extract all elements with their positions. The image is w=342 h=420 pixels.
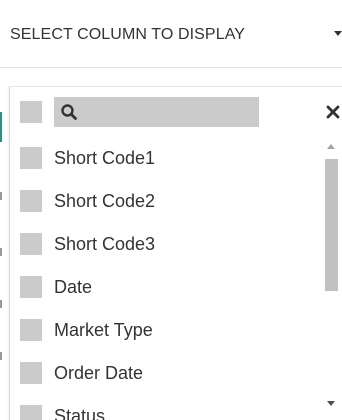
column-select-label: SELECT COLUMN TO DISPLAY [10,26,246,43]
list-item-short-code3[interactable]: Short Code3 [20,229,320,259]
column-checkbox[interactable] [20,362,42,384]
column-checkbox[interactable] [20,276,42,298]
search-input[interactable] [54,97,259,127]
column-selector-panel: SELECT COLUMN TO DISPLAY Short Code1 Sho… [0,0,342,420]
list-scrollbar[interactable] [322,139,342,420]
list-item-label: Date [54,277,93,297]
list-item-short-code2[interactable]: Short Code2 [20,186,320,216]
search-row [20,97,340,127]
list-item-label: Short Code3 [54,234,156,254]
scroll-up-arrow-icon[interactable] [327,144,335,149]
column-checkbox[interactable] [20,405,42,420]
column-list[interactable]: Short Code1 Short Code2 Short Code3 Date… [10,143,342,420]
column-select-dropdown[interactable]: SELECT COLUMN TO DISPLAY [0,0,342,68]
list-item-label: Status [54,406,106,420]
list-item-date[interactable]: Date [20,272,320,302]
list-item-label: Short Code1 [54,148,156,168]
column-checkbox[interactable] [20,233,42,255]
list-item-short-code1[interactable]: Short Code1 [20,143,320,173]
scrollbar-thumb[interactable] [325,159,338,291]
column-dropdown-menu: Short Code1 Short Code2 Short Code3 Date… [9,86,342,420]
list-item-label: Short Code2 [54,191,156,211]
list-item-status[interactable]: Status [20,401,320,420]
column-checkbox[interactable] [20,319,42,341]
list-item-label: Market Type [54,320,153,340]
column-checkbox[interactable] [20,147,42,169]
table-edge-marker [0,248,2,256]
table-edge-marker [0,300,2,308]
column-checkbox[interactable] [20,190,42,212]
list-item-order-date[interactable]: Order Date [20,358,320,388]
table-edge-marker [0,352,2,360]
list-item-label: Order Date [54,363,144,383]
table-edge-accent [0,112,2,142]
scroll-down-arrow-icon[interactable] [327,401,335,406]
close-icon[interactable] [325,104,341,120]
table-edge-marker [0,192,2,200]
select-all-checkbox[interactable] [20,101,42,123]
caret-down-icon[interactable] [334,31,342,36]
list-item-market-type[interactable]: Market Type [20,315,320,345]
